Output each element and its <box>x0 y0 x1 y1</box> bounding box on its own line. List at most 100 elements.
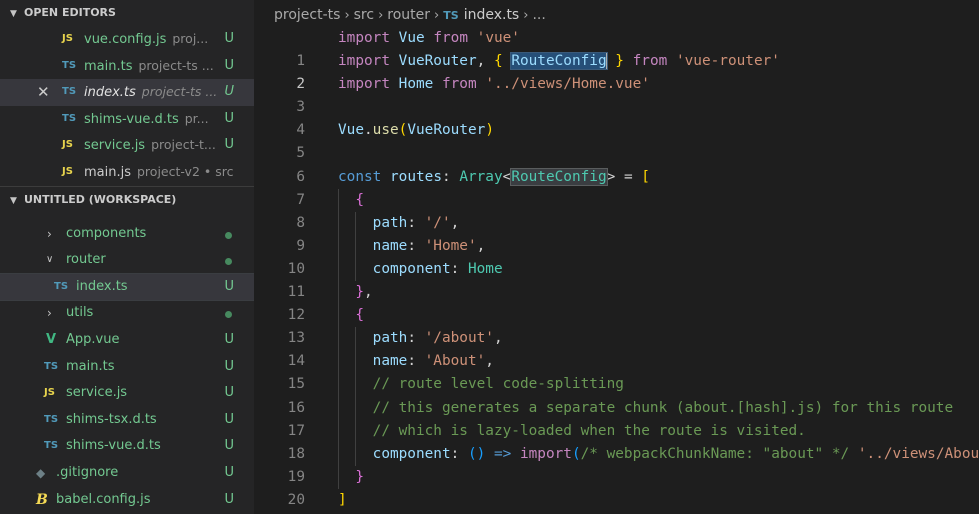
tree-folder-utils[interactable]: › utils <box>0 300 254 327</box>
code-line: 19 component: () => import(/* webpackChu… <box>254 442 979 485</box>
code-line: 8 { <box>254 188 979 231</box>
open-editor-item[interactable]: TS shims-vue.d.ts pr... U <box>0 106 254 133</box>
file-path-description: project-ts ... <box>141 84 218 100</box>
code-line: 15 name: 'About', <box>254 350 979 392</box>
untracked-badge: U <box>224 57 234 73</box>
tree-file-index-ts[interactable]: TS index.ts U <box>0 272 254 302</box>
file-name: babel.config.js <box>56 491 151 507</box>
tree-file-babel-config[interactable]: B babel.config.js U <box>0 487 254 514</box>
untracked-badge: U <box>224 491 234 507</box>
open-editor-item[interactable]: JS service.js project-t... U <box>0 132 254 159</box>
code-line: 3 import Home from '../views/Home.vue' <box>254 73 979 115</box>
modified-dot-icon <box>225 231 232 239</box>
untracked-badge: U <box>224 331 234 347</box>
untracked-badge: U <box>224 137 234 153</box>
untracked-badge: U <box>224 278 234 294</box>
code-line: 18 // which is lazy-loaded when the rout… <box>254 419 979 462</box>
modified-dot-icon <box>225 311 232 319</box>
open-editor-item[interactable]: JS vue.config.js proj... U <box>0 26 254 53</box>
code-line: 13 { <box>254 304 979 346</box>
file-path-description: project-v2 • src <box>137 163 234 179</box>
folder-name: utils <box>66 305 94 321</box>
code-line: 4 <box>254 96 979 138</box>
open-editors-header[interactable]: ▼ OPEN EDITORS <box>0 0 254 26</box>
code-line: 5 Vue.use(VueRouter) <box>254 119 979 161</box>
open-editor-item[interactable]: TS main.ts project-ts ... U <box>0 53 254 80</box>
file-name: shims-vue.d.ts <box>66 438 161 454</box>
chevron-right-icon: › <box>47 226 52 241</box>
selected-symbol: RouteConfig <box>510 52 608 71</box>
code-line-current: 2 import VueRouter, { RouteConfig } from… <box>254 50 979 92</box>
file-name: main.ts <box>84 58 133 74</box>
file-path-description: pr... <box>184 110 209 126</box>
code-line: 10 name: 'Home', <box>254 234 979 277</box>
file-name: shims-vue.d.ts <box>84 111 179 127</box>
typescript-file-icon: TS <box>44 440 59 452</box>
untracked-badge: U <box>224 411 234 427</box>
untracked-badge: U <box>224 110 234 126</box>
tree-file-service-js[interactable]: JS service.js U <box>0 380 254 407</box>
breadcrumb-item[interactable]: project-ts <box>274 7 340 23</box>
modified-dot-icon <box>225 258 232 266</box>
javascript-file-icon: JS <box>62 139 73 151</box>
untracked-badge: U <box>224 31 234 46</box>
file-path-description: project-ts ... <box>138 57 214 73</box>
tree-file-shims-vue[interactable]: TS shims-vue.d.ts U <box>0 433 254 460</box>
file-name: shims-tsx.d.ts <box>66 411 157 427</box>
file-name: service.js <box>66 385 128 401</box>
tree-file-app-vue[interactable]: V App.vue U <box>0 327 254 354</box>
code-editor[interactable]: project-ts › src › router › TS index.ts ›... 1 i… <box>254 0 979 514</box>
open-editor-item[interactable]: JS main.js project-v2 • src <box>0 159 254 186</box>
code-line: 20 } <box>254 465 979 508</box>
javascript-file-icon: JS <box>62 33 73 44</box>
tree-folder-router[interactable]: ∨ router <box>0 247 254 274</box>
untracked-badge: U <box>224 84 234 100</box>
workspace-title: UNTITLED (WORKSPACE) <box>24 192 177 206</box>
workspace-header[interactable]: ▼ UNTITLED (WORKSPACE) <box>0 185 254 213</box>
open-editor-item-active[interactable]: ✕ TS index.ts project-ts ... U <box>0 79 254 106</box>
code-area[interactable]: 1 import Vue from 'vue' 2 import VueRout… <box>254 27 979 512</box>
javascript-file-icon: JS <box>62 165 73 177</box>
code-line: 16 // route level code-splitting <box>254 373 979 416</box>
code-line: 17 // this generates a separate chunk (a… <box>254 396 979 439</box>
chevron-down-icon: ∨ <box>46 254 54 266</box>
folder-name: router <box>66 252 106 268</box>
folder-name: components <box>66 225 147 241</box>
tree-file-gitignore[interactable]: ◆ .gitignore U <box>0 460 254 487</box>
typescript-file-icon: TS <box>62 86 77 98</box>
chevron-down-icon: ▼ <box>10 195 17 206</box>
javascript-file-icon: JS <box>44 387 55 399</box>
file-name: service.js <box>84 138 146 154</box>
tree-file-shims-tsx[interactable]: TS shims-tsx.d.ts U <box>0 407 254 434</box>
breadcrumb-item[interactable]: router <box>387 7 430 23</box>
git-file-icon: ◆ <box>36 465 46 480</box>
untracked-badge: U <box>224 385 234 401</box>
typescript-file-icon: TS <box>44 360 59 372</box>
explorer-sidebar: ▼ OPEN EDITORS JS vue.config.js proj... U … <box>0 0 254 514</box>
typescript-file-icon: TS <box>54 280 69 292</box>
file-name: index.ts <box>84 85 136 101</box>
code-line: 12 }, <box>254 281 979 323</box>
vue-file-icon: V <box>46 331 57 347</box>
babel-file-icon: B <box>36 491 48 508</box>
chevron-right-icon: › <box>434 8 440 23</box>
code-line: 11 component: Home <box>254 257 979 300</box>
typescript-file-icon: TS <box>44 413 59 425</box>
tree-folder-components[interactable]: › components <box>0 221 254 248</box>
file-name: main.js <box>84 164 131 180</box>
breadcrumb-item[interactable]: src <box>354 7 374 23</box>
tree-file-main-ts[interactable]: TS main.ts U <box>0 354 254 381</box>
code-line: 1 import Vue from 'vue' <box>254 27 979 69</box>
file-path-description: proj... <box>172 31 209 46</box>
typescript-file-icon: TS <box>62 59 77 71</box>
close-icon[interactable]: ✕ <box>37 79 50 106</box>
breadcrumb-symbols[interactable]: ... <box>532 7 545 23</box>
typescript-file-icon: TS <box>62 112 77 124</box>
untracked-badge: U <box>224 438 234 454</box>
file-name: main.ts <box>66 358 115 374</box>
untracked-badge: U <box>224 358 234 374</box>
file-path-description: project-t... <box>151 137 216 153</box>
breadcrumb-file[interactable]: index.ts <box>464 7 520 23</box>
chevron-down-icon: ▼ <box>10 9 17 19</box>
code-line: 9 path: '/', <box>254 211 979 254</box>
